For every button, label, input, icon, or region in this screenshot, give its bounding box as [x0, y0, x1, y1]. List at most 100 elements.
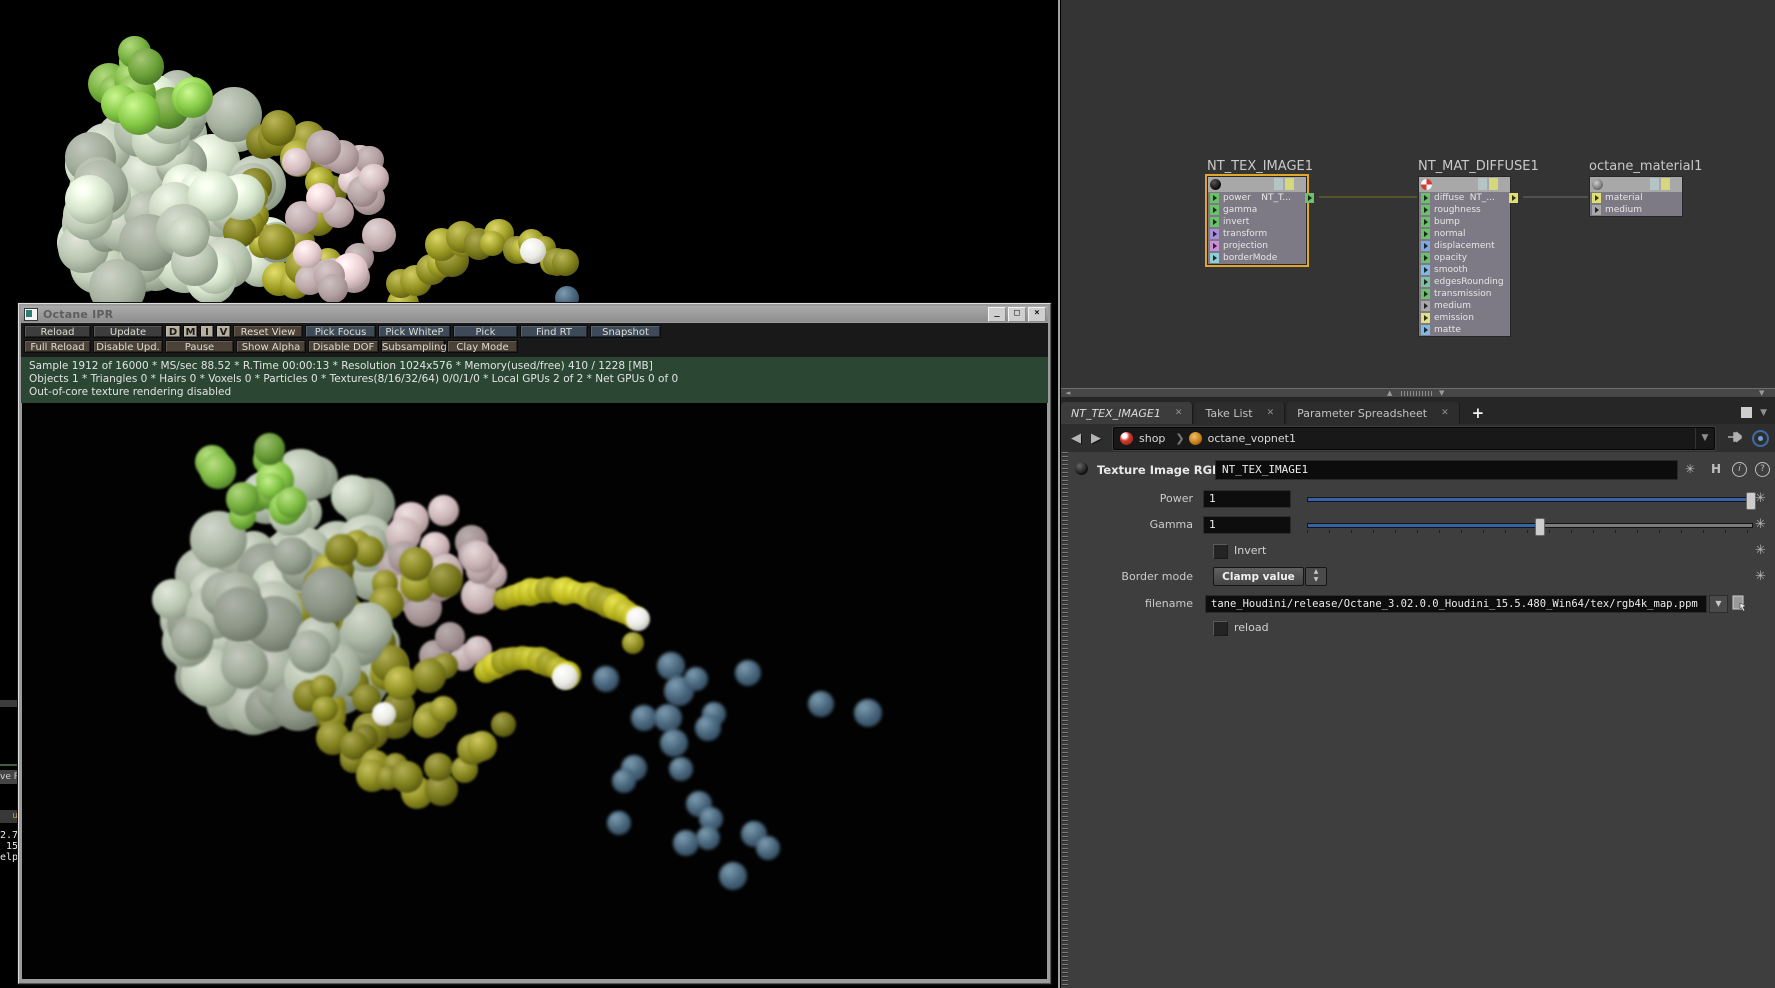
ipr-button-show-alpha[interactable]: Show Alpha: [236, 340, 306, 353]
node-input-bump[interactable]: bump: [1419, 216, 1510, 228]
node-flag-icon[interactable]: [1478, 178, 1487, 190]
node-input-transmission[interactable]: transmission: [1419, 288, 1510, 300]
invert-checkbox[interactable]: [1213, 544, 1228, 559]
ipr-button-full-reload[interactable]: Full Reload: [24, 340, 91, 353]
input-connector-icon[interactable]: [1421, 325, 1430, 335]
ipr-button-disable-upd-[interactable]: Disable Upd.: [93, 340, 163, 353]
node-input-projection[interactable]: projection: [1208, 240, 1306, 252]
tab-nt-tex-image1[interactable]: NT_TEX_IMAGE1 ✕: [1061, 402, 1194, 424]
info-icon[interactable]: i: [1732, 462, 1747, 477]
node-flag-icon[interactable]: [1489, 178, 1498, 190]
node-input-borderMode[interactable]: borderMode: [1208, 252, 1306, 264]
input-connector-icon[interactable]: [1421, 253, 1430, 263]
splitter-up-icon[interactable]: ▲: [1387, 389, 1392, 398]
ipr-button-i[interactable]: I: [200, 325, 214, 338]
help-icon[interactable]: ?: [1755, 462, 1770, 477]
node-input-matte[interactable]: matte: [1419, 324, 1510, 336]
gamma-slider[interactable]: [1307, 518, 1753, 536]
node-type-icon[interactable]: [1075, 462, 1088, 475]
ipr-button-pick-whitep[interactable]: Pick WhiteP: [378, 325, 451, 338]
power-value-field[interactable]: 1: [1203, 490, 1291, 508]
node-flag-icon[interactable]: [1661, 178, 1670, 190]
forward-button[interactable]: ▶: [1091, 431, 1101, 446]
input-connector-icon[interactable]: [1592, 205, 1601, 215]
node-input-material[interactable]: material: [1590, 192, 1682, 204]
ipr-button-find-rt[interactable]: Find RT: [520, 325, 588, 338]
ipr-button-m[interactable]: M: [183, 325, 198, 338]
input-connector-icon[interactable]: [1421, 205, 1430, 215]
tab-close-icon[interactable]: ✕: [1441, 408, 1449, 418]
input-connector-icon[interactable]: [1421, 301, 1430, 311]
ipr-button-subsampling[interactable]: Subsampling: [381, 340, 447, 353]
input-connector-icon[interactable]: [1210, 205, 1219, 215]
input-connector-icon[interactable]: [1421, 193, 1430, 203]
octane-ipr-window[interactable]: Octane IPR _ □ × Reload Update D M I V Reset V…: [17, 302, 1052, 985]
input-connector-icon[interactable]: [1592, 193, 1601, 203]
node-flag-icon[interactable]: [1500, 178, 1509, 190]
breadcrumb[interactable]: shop ❯ octane_vopnet1 ▼: [1113, 426, 1715, 450]
node-input-transform[interactable]: transform: [1208, 228, 1306, 240]
node-flag-icon[interactable]: [1296, 178, 1305, 190]
filename-field[interactable]: tane_Houdini/release/Octane_3.02.0.0_Hou…: [1205, 595, 1707, 613]
maximize-button[interactable]: □: [1008, 306, 1026, 322]
node-input-edgesRounding[interactable]: edgesRounding: [1419, 276, 1510, 288]
output-connector-icon[interactable]: [1305, 193, 1314, 203]
border-mode-spinner[interactable]: ▲ ▼: [1305, 567, 1327, 586]
node-name-field[interactable]: NT_TEX_IMAGE1: [1215, 460, 1678, 480]
gear-icon[interactable]: ✳: [1685, 462, 1695, 476]
input-connector-icon[interactable]: [1421, 277, 1430, 287]
gamma-value-field[interactable]: 1: [1203, 516, 1291, 534]
reload-checkbox[interactable]: [1213, 621, 1228, 636]
ipr-button-pick-material[interactable]: Pick Material: [453, 325, 518, 351]
node-flag-icon[interactable]: [1285, 178, 1294, 190]
node-input-smooth[interactable]: smooth: [1419, 264, 1510, 276]
render-canvas[interactable]: [22, 403, 1047, 979]
node-input-emission[interactable]: emission: [1419, 312, 1510, 324]
ipr-button-pick-focus[interactable]: Pick Focus: [305, 325, 376, 338]
pane-maximize-icon[interactable]: [1741, 407, 1753, 418]
tab-take-list[interactable]: Take List ✕: [1195, 402, 1286, 424]
node-NT_MAT_DIFFUSE1[interactable]: diffuse NT_... roughness bump normal displace…: [1418, 176, 1518, 337]
node-input-displacement[interactable]: displacement: [1419, 240, 1510, 252]
border-mode-dropdown[interactable]: Clamp value: [1213, 567, 1304, 586]
input-connector-icon[interactable]: [1210, 217, 1219, 227]
gear-icon[interactable]: ✳: [1755, 543, 1766, 558]
gear-icon[interactable]: ✳: [1755, 569, 1766, 584]
node-input-medium[interactable]: medium: [1590, 204, 1682, 216]
node-input-medium[interactable]: medium: [1419, 300, 1510, 312]
input-connector-icon[interactable]: [1210, 241, 1219, 251]
node-flag-icon[interactable]: [1650, 178, 1659, 190]
pane-menu-icon[interactable]: ▼: [1760, 408, 1767, 418]
tab-close-icon[interactable]: ✕: [1175, 408, 1183, 418]
input-connector-icon[interactable]: [1421, 313, 1430, 323]
output-connector-icon[interactable]: [1509, 193, 1518, 203]
node-input-gamma[interactable]: gamma: [1208, 204, 1306, 216]
breadcrumb-node[interactable]: octane_vopnet1: [1208, 432, 1296, 445]
input-connector-icon[interactable]: [1421, 265, 1430, 275]
breadcrumb-root[interactable]: shop: [1139, 432, 1165, 445]
main-viewport[interactable]: [0, 0, 1058, 303]
node-input-roughness[interactable]: roughness: [1419, 204, 1510, 216]
node-octane_material1[interactable]: material medium: [1589, 176, 1683, 217]
ipr-button-v[interactable]: V: [216, 325, 231, 338]
tab-parameter-spreadsheet[interactable]: Parameter Spreadsheet ✕: [1287, 402, 1460, 424]
node-input-diffuse[interactable]: diffuse NT_...: [1419, 192, 1518, 204]
node-input-invert[interactable]: invert: [1208, 216, 1306, 228]
ipr-button-snapshot[interactable]: Snapshot: [590, 325, 661, 338]
ipr-button-d[interactable]: D: [165, 325, 181, 338]
filename-history-dropdown[interactable]: ▼: [1709, 595, 1728, 613]
node-flag-icon[interactable]: [1274, 178, 1283, 190]
node-input-opacity[interactable]: opacity: [1419, 252, 1510, 264]
pane-splitter[interactable]: ◄ ▲ ▼ ▼: [1061, 388, 1775, 398]
file-chooser-icon[interactable]: [1732, 595, 1748, 616]
input-connector-icon[interactable]: [1421, 289, 1430, 299]
pane-vertical-divider[interactable]: [1058, 0, 1060, 988]
input-connector-icon[interactable]: [1210, 229, 1219, 239]
add-tab-button[interactable]: +: [1462, 404, 1495, 424]
houdini-help-icon[interactable]: H: [1711, 462, 1721, 476]
splitter-down-icon[interactable]: ▼: [1439, 389, 1444, 398]
node-input-normal[interactable]: normal: [1419, 228, 1510, 240]
ipr-button-pause[interactable]: Pause: [165, 340, 234, 353]
node-input-power[interactable]: power NT_T...: [1208, 192, 1314, 204]
power-slider[interactable]: [1307, 492, 1756, 510]
